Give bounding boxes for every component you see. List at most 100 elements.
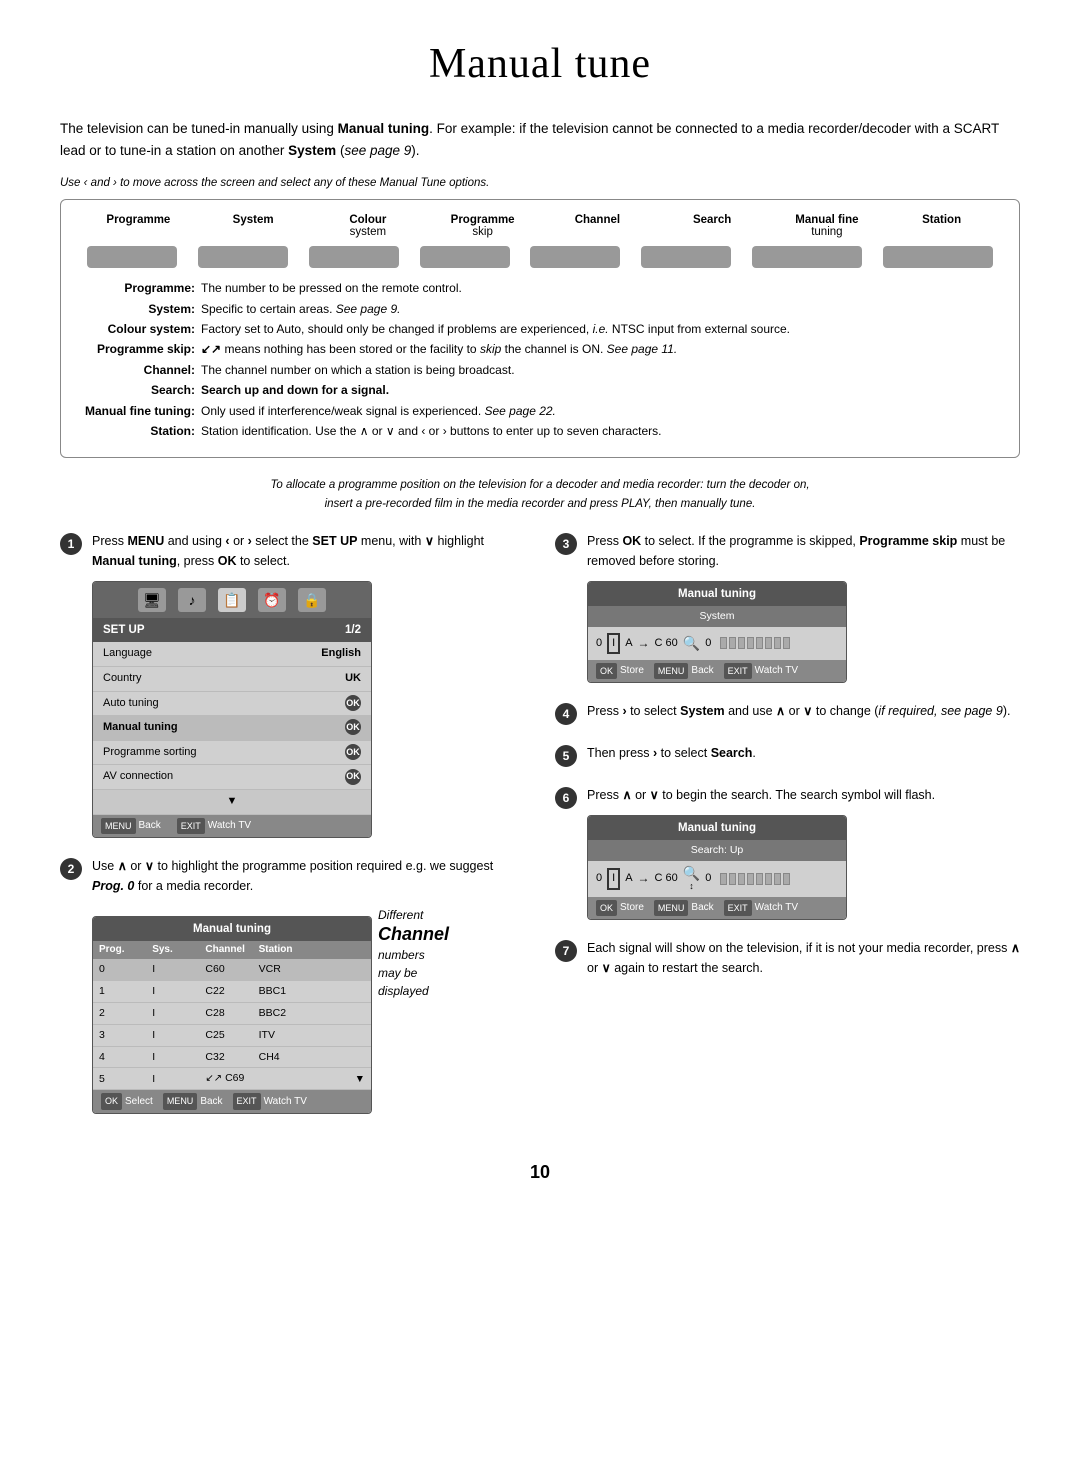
sv2-i: I bbox=[607, 868, 620, 890]
menu-btn-7[interactable] bbox=[752, 246, 862, 268]
row4-channel: C32 bbox=[205, 1049, 258, 1066]
footer-key-exit: EXIT bbox=[177, 818, 205, 834]
sf-key-menu: MENU bbox=[654, 663, 689, 679]
step-4-number: 4 bbox=[555, 703, 577, 725]
setup-val-auto-tuning: OK bbox=[345, 695, 361, 713]
row2-station: BBC2 bbox=[259, 1005, 312, 1022]
table-row-4: 4 I C32 CH4 bbox=[93, 1047, 371, 1069]
icon-music: ♪ bbox=[178, 588, 206, 612]
menu-btn-2[interactable] bbox=[198, 246, 288, 268]
sf-key-exit: EXIT bbox=[724, 663, 752, 679]
footer-label-back2: Back bbox=[200, 1094, 222, 1110]
footer-menu-2: MENU Back bbox=[163, 1093, 223, 1109]
icon-clock: ⏰ bbox=[258, 588, 286, 612]
tuning-table-body: 0 I C60 VCR 1 I C22 BBC1 bbox=[93, 959, 371, 1090]
setup-row-prog-sorting: Programme sorting OK bbox=[93, 741, 371, 766]
row0-prog: 0 bbox=[99, 961, 152, 978]
menu-labels: Programme System Coloursystem Programmes… bbox=[81, 214, 999, 238]
sf2-label-store: Store bbox=[620, 900, 644, 916]
sv-search-icon: 🔍 bbox=[683, 632, 700, 654]
signal-title-1: Manual tuning bbox=[588, 582, 846, 606]
bar7 bbox=[774, 637, 781, 649]
desc-colour: Colour system: Factory set to Auto, shou… bbox=[81, 319, 999, 339]
setup-label-language: Language bbox=[103, 645, 152, 663]
menu-btn-6[interactable] bbox=[641, 246, 731, 268]
setup-page: 1/2 bbox=[345, 621, 361, 639]
sf2-key-menu: MENU bbox=[654, 900, 689, 916]
menu-label-manual-fine: Manual finetuning bbox=[792, 214, 862, 238]
table-row-3: 3 I C25 ITV bbox=[93, 1025, 371, 1047]
bar2-4 bbox=[747, 873, 754, 885]
sv-a: A bbox=[625, 635, 632, 653]
sv2-search-icon: 🔍 ↕ bbox=[683, 866, 700, 891]
row0-sys: I bbox=[152, 961, 205, 978]
step-6-content: Press ∧ or ∨ to begin the search. The se… bbox=[587, 785, 1020, 920]
footer-key-menu: MENU bbox=[101, 818, 136, 834]
steps-container: 1 Press MENU and using ‹ or › select the… bbox=[60, 531, 1020, 1132]
setup-row-language: Language English bbox=[93, 642, 371, 667]
menu-instruction: Use ‹ and › to move across the screen an… bbox=[60, 177, 1020, 189]
bar2-1 bbox=[720, 873, 727, 885]
tuning-table: Manual tuning Prog. Sys. Channel Station… bbox=[92, 916, 372, 1114]
th-prog: Prog. bbox=[99, 942, 152, 958]
row1-sys: I bbox=[152, 983, 205, 1000]
signal-values-2: 0 I A → C 60 🔍 ↕ 0 bbox=[588, 861, 846, 896]
menu-label-colour: Coloursystem bbox=[333, 214, 403, 238]
bar3 bbox=[738, 637, 745, 649]
step-2: 2 Use ∧ or ∨ to highlight the programme … bbox=[60, 856, 525, 1114]
desc-search: Search: Search up and down for a signal. bbox=[81, 380, 999, 400]
footer-key-exit2: EXIT bbox=[233, 1093, 261, 1109]
sf2-exit: EXIT Watch TV bbox=[724, 900, 798, 916]
row3-sys: I bbox=[152, 1027, 205, 1044]
menu-btn-4[interactable] bbox=[420, 246, 510, 268]
sf-ok: OK Store bbox=[596, 663, 644, 679]
step-3-content: Press OK to select. If the programme is … bbox=[587, 531, 1020, 683]
sf-exit: EXIT Watch TV bbox=[724, 663, 798, 679]
setup-row-manual-tuning[interactable]: Manual tuning OK bbox=[93, 716, 371, 741]
icon-settings: 📋 bbox=[218, 588, 246, 612]
menu-btn-1[interactable] bbox=[87, 246, 177, 268]
steps-left: 1 Press MENU and using ‹ or › select the… bbox=[60, 531, 525, 1132]
steps-right: 3 Press OK to select. If the programme i… bbox=[555, 531, 1020, 1132]
setup-val-country: UK bbox=[345, 670, 361, 688]
setup-footer: MENU Back EXIT Watch TV bbox=[93, 815, 371, 837]
signal-screen-2: Manual tuning Search: Up 0 I A → C 60 🔍 … bbox=[587, 815, 847, 920]
signal-subtitle-2: Search: Up bbox=[588, 840, 846, 861]
sf2-key-exit: EXIT bbox=[724, 900, 752, 916]
footer-label-back: Back bbox=[139, 818, 161, 834]
menu-btn-3[interactable] bbox=[309, 246, 399, 268]
step-5-number: 5 bbox=[555, 745, 577, 767]
step-5: 5 Then press › to select Search. bbox=[555, 743, 1020, 767]
table-row-2: 2 I C28 BBC2 bbox=[93, 1003, 371, 1025]
signal-screen-1: Manual tuning System 0 I A → C 60 🔍 0 bbox=[587, 581, 847, 683]
step-1: 1 Press MENU and using ‹ or › select the… bbox=[60, 531, 525, 838]
step-7: 7 Each signal will show on the televisio… bbox=[555, 938, 1020, 978]
signal-footer-1: OK Store MENU Back EXIT Watch TV bbox=[588, 660, 846, 682]
setup-rows: Language English Country UK Auto tuning … bbox=[93, 642, 371, 814]
menu-btn-5[interactable] bbox=[530, 246, 620, 268]
screen-icons: 🖥 ♪ 📋 ⏰ 🔒 bbox=[93, 582, 371, 618]
sf2-ok: OK Store bbox=[596, 900, 644, 916]
step-4: 4 Press › to select System and use ∧ or … bbox=[555, 701, 1020, 725]
row4-prog: 4 bbox=[99, 1049, 152, 1066]
step-1-number: 1 bbox=[60, 533, 82, 555]
setup-row-auto-tuning: Auto tuning OK bbox=[93, 692, 371, 717]
menu-label-system: System bbox=[218, 214, 288, 238]
menu-label-channel: Channel bbox=[562, 214, 632, 238]
sf-menu: MENU Back bbox=[654, 663, 714, 679]
icon-lock: 🔒 bbox=[298, 588, 326, 612]
menu-label-programme: Programme bbox=[103, 214, 173, 238]
setup-label-prog-sorting: Programme sorting bbox=[103, 744, 197, 762]
th-channel: Channel bbox=[205, 942, 258, 958]
setup-row-av: AV connection OK bbox=[93, 765, 371, 790]
row1-prog: 1 bbox=[99, 983, 152, 1000]
menu-btn-8[interactable] bbox=[883, 246, 993, 268]
sv-arrow: → bbox=[638, 634, 650, 653]
step-6-number: 6 bbox=[555, 787, 577, 809]
row2-sys: I bbox=[152, 1005, 205, 1022]
bar2-2 bbox=[729, 873, 736, 885]
setup-val-prog-sorting: OK bbox=[345, 744, 361, 762]
sv-val: 0 bbox=[705, 635, 711, 653]
sv2-arrow: → bbox=[638, 869, 650, 888]
desc-channel: Channel: The channel number on which a s… bbox=[81, 360, 999, 380]
